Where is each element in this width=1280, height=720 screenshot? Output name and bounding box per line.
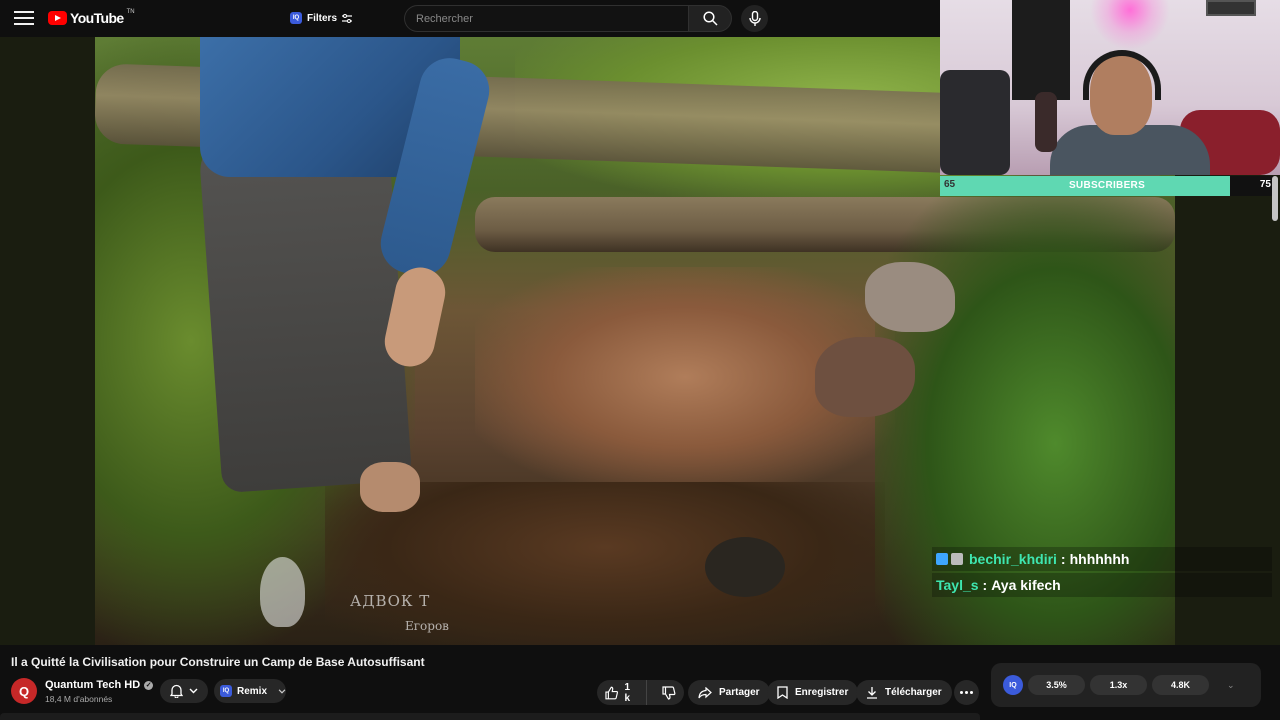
channel-name[interactable]: Quantum Tech HD xyxy=(45,679,140,691)
download-label: Télécharger xyxy=(885,687,942,698)
stats-panel: IQ 3.5% 1.3x 4.8K ⌄ xyxy=(991,663,1261,707)
chat-text: hhhhhhh xyxy=(1069,551,1130,567)
download-button[interactable]: Télécharger xyxy=(856,680,952,705)
filters-label: Filters xyxy=(307,12,338,24)
share-label: Partager xyxy=(719,687,760,698)
like-dislike-group: 1 k xyxy=(597,680,684,705)
chat-separator: : xyxy=(982,577,988,593)
video-rock xyxy=(705,537,785,597)
dislike-button[interactable] xyxy=(654,680,684,705)
save-button[interactable]: Enregistrer xyxy=(767,680,859,705)
verified-icon: ✓ xyxy=(144,680,154,690)
dot xyxy=(960,691,963,694)
chat-message: Tayl_s : Aya kifech xyxy=(932,573,1272,597)
scrollbar-thumb[interactable] xyxy=(1272,176,1278,221)
bookmark-icon xyxy=(777,686,788,699)
chevron-down-icon xyxy=(189,688,198,694)
subscriber-goal: 75 xyxy=(1259,179,1271,190)
thumbs-up-icon xyxy=(605,686,618,699)
dot xyxy=(970,691,973,694)
remix-label: Remix xyxy=(236,685,267,697)
streamer-webcam xyxy=(940,0,1280,175)
stat-pill: 4.8K xyxy=(1152,675,1209,695)
video-person-foot xyxy=(360,462,420,512)
webcam-chair xyxy=(940,70,1010,175)
download-icon xyxy=(867,687,877,699)
search-icon xyxy=(702,11,718,26)
video-watermark: АДВОК Т xyxy=(350,592,431,610)
bell-icon xyxy=(170,684,183,698)
more-actions-button[interactable] xyxy=(954,680,979,705)
moderator-badge-icon xyxy=(936,553,948,565)
subscriber-count: 18,4 M d'abonnés xyxy=(45,694,113,704)
iq-badge-icon: IQ xyxy=(290,12,302,24)
notification-bell-button[interactable] xyxy=(160,679,208,703)
channel-avatar[interactable]: Q xyxy=(11,678,37,704)
chat-separator: : xyxy=(1060,551,1066,567)
voice-search-button[interactable] xyxy=(741,5,768,32)
iq-badge-icon[interactable]: IQ xyxy=(1003,675,1023,695)
scrollbar[interactable] xyxy=(1272,176,1278,221)
iq-badge-icon: IQ xyxy=(220,685,232,697)
webcam-picture-frame xyxy=(1206,0,1256,16)
subscriber-label: SUBSCRIBERS xyxy=(1068,180,1146,191)
chat-username: Tayl_s xyxy=(936,577,979,593)
video-rock xyxy=(865,262,955,332)
stat-pill: 1.3x xyxy=(1090,675,1147,695)
webcam-door xyxy=(1012,0,1070,100)
share-button[interactable]: Partager xyxy=(688,680,770,705)
save-label: Enregistrer xyxy=(795,687,849,698)
search-input[interactable] xyxy=(404,5,688,32)
share-icon xyxy=(698,686,712,698)
youtube-logo[interactable]: YouTube TN xyxy=(48,9,135,26)
subscriber-goal-bar: 65 SUBSCRIBERS 75 xyxy=(940,176,1274,196)
headphones-icon xyxy=(1083,50,1161,100)
menu-icon[interactable] xyxy=(14,9,34,27)
like-count: 1 k xyxy=(624,681,631,704)
webcam-microphone xyxy=(1035,92,1057,152)
stat-pill: 3.5% xyxy=(1028,675,1085,695)
app-root: YouTube TN IQ Filters Rechercher АДВОК Т… xyxy=(0,0,1280,720)
video-rock xyxy=(815,337,915,417)
youtube-play-icon xyxy=(48,11,67,25)
description-panel-edge xyxy=(0,713,980,720)
like-button[interactable]: 1 k xyxy=(597,680,647,705)
sliders-icon xyxy=(342,13,353,23)
channel-name-row: Quantum Tech HD ✓ xyxy=(45,679,154,691)
chat-message: bechir_khdiri : hhhhhhh xyxy=(932,547,1272,571)
search-button[interactable] xyxy=(688,5,732,32)
chat-overlay: bechir_khdiri : hhhhhhh Tayl_s : Aya kif… xyxy=(932,547,1272,599)
webcam-neon-light xyxy=(1090,0,1170,50)
search-bar xyxy=(404,5,732,32)
filters-button[interactable]: IQ Filters xyxy=(284,8,358,28)
logo-region: TN xyxy=(126,9,135,15)
member-badge-icon xyxy=(951,553,963,565)
dot xyxy=(965,691,968,694)
watermark-glyph xyxy=(260,557,305,627)
video-watermark-name: Егоров xyxy=(405,619,449,633)
top-header: YouTube TN IQ Filters xyxy=(0,0,940,37)
remix-button[interactable]: IQ Remix xyxy=(214,679,286,703)
thumbs-down-icon xyxy=(662,685,676,700)
logo-text: YouTube xyxy=(70,10,124,26)
chevron-down-icon xyxy=(278,688,286,694)
chat-text: Aya kifech xyxy=(991,577,1061,593)
microphone-icon xyxy=(748,11,761,26)
chat-username: bechir_khdiri xyxy=(969,551,1057,567)
chevron-down-icon[interactable]: ⌄ xyxy=(1227,680,1235,691)
video-title: Il a Quitté la Civilisation pour Constru… xyxy=(11,655,425,669)
